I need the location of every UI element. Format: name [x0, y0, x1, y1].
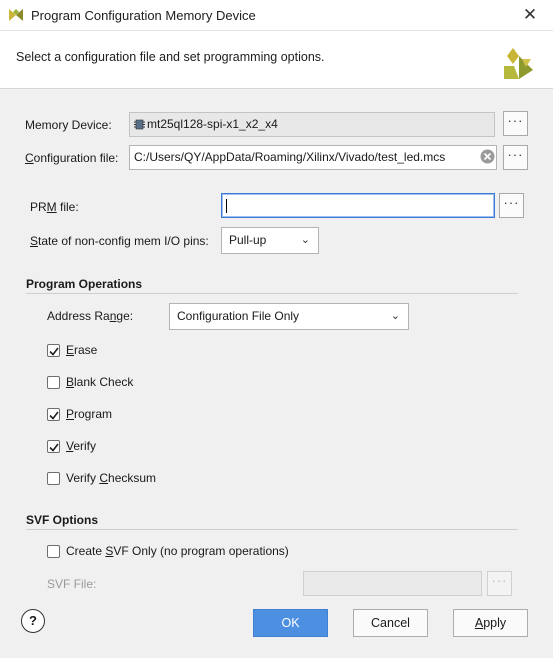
address-range-select[interactable]: Configuration File Only ⌄ [169, 303, 409, 330]
address-range-label: Address Range: [47, 309, 134, 323]
prm-file-input[interactable] [221, 193, 495, 218]
program-label: Program [66, 407, 113, 421]
checkbox-box[interactable] [47, 344, 60, 357]
checkbox-box[interactable] [47, 440, 60, 453]
close-button[interactable]: ✕ [517, 4, 543, 28]
section-divider [26, 529, 518, 530]
configuration-file-value: C:/Users/QY/AppData/Roaming/Xilinx/Vivad… [134, 150, 446, 164]
apply-button[interactable]: Apply [453, 609, 528, 637]
verify-checksum-label: Verify Checksum [66, 471, 157, 485]
blank-check-label: Blank Check [66, 375, 134, 389]
memory-device-label: Memory Device: [25, 118, 112, 132]
checkbox-box[interactable] [47, 545, 60, 558]
svf-options-title: SVF Options [26, 513, 98, 527]
configuration-file-label: Configuration file: [25, 151, 119, 165]
cancel-button[interactable]: Cancel [353, 609, 428, 637]
checkbox-box[interactable] [47, 472, 60, 485]
svf-file-label: SVF File: [47, 577, 97, 591]
vivado-logo-icon [9, 9, 23, 21]
configuration-file-browse-button[interactable]: ··· [503, 145, 528, 170]
memory-device-value: mt25ql128-spi-x1_x2_x4 [147, 117, 278, 131]
clear-icon[interactable] [480, 149, 495, 164]
erase-label: Erase [66, 343, 98, 357]
non-config-pins-value: Pull-up [229, 233, 267, 247]
prm-file-browse-button[interactable]: ··· [499, 193, 524, 218]
chip-icon [134, 119, 145, 130]
text-cursor [226, 198, 227, 213]
prm-file-label: PRM file: [30, 200, 79, 214]
program-operations-title: Program Operations [26, 277, 143, 291]
svf-file-input[interactable] [303, 571, 482, 596]
help-button[interactable]: ? [21, 609, 45, 633]
checkbox-box[interactable] [47, 376, 60, 389]
non-config-pins-label: State of non-config mem I/O pins: [30, 234, 209, 248]
window-title: Program Configuration Memory Device [31, 8, 256, 23]
ok-button[interactable]: OK [253, 609, 328, 637]
svf-file-browse-button[interactable]: ··· [487, 571, 512, 596]
banner-description: Select a configuration file and set prog… [16, 50, 325, 64]
verify-label: Verify [66, 439, 97, 453]
configuration-file-input[interactable]: C:/Users/QY/AppData/Roaming/Xilinx/Vivad… [129, 145, 497, 170]
non-config-pins-select[interactable]: Pull-up ⌄ [221, 227, 319, 254]
create-svf-only-label: Create SVF Only (no program operations) [66, 544, 289, 558]
xilinx-logo-icon [504, 48, 533, 79]
chevron-down-icon: ⌄ [300, 234, 310, 246]
header-banner: Select a configuration file and set prog… [0, 31, 553, 89]
chevron-down-icon: ⌄ [390, 310, 400, 322]
memory-device-browse-button[interactable]: ··· [503, 111, 528, 136]
section-divider [26, 293, 518, 294]
address-range-value: Configuration File Only [177, 309, 300, 323]
checkbox-box[interactable] [47, 408, 60, 421]
memory-device-field: mt25ql128-spi-x1_x2_x4 [129, 112, 495, 137]
title-bar: Program Configuration Memory Device ✕ [0, 0, 553, 31]
